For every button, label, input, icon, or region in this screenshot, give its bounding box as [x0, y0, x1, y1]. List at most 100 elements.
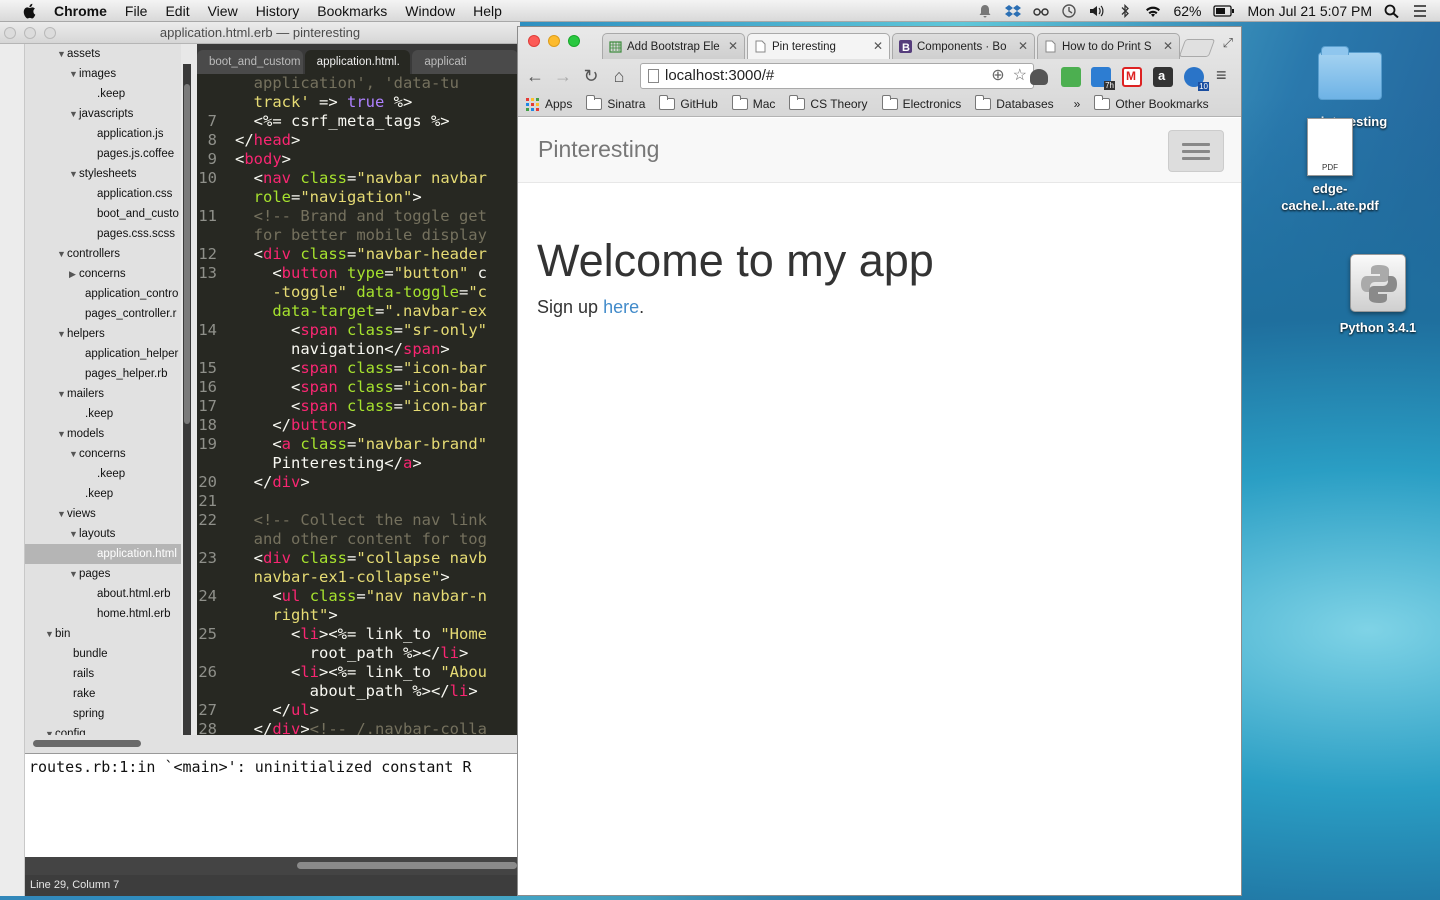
back-button[interactable]: ←	[524, 66, 546, 87]
editor-zoom-button[interactable]	[44, 27, 56, 39]
file-tree-item[interactable]: spring	[25, 704, 181, 724]
code-line[interactable]: 15 < span class = "icon-bar	[197, 359, 520, 378]
menu-window[interactable]: Window	[405, 3, 455, 19]
file-tree-item[interactable]: ▼images	[25, 64, 181, 84]
tab-close-icon[interactable]: ✕	[1018, 39, 1028, 53]
editor-close-button[interactable]	[4, 27, 16, 39]
file-tree-item[interactable]: ▼bin	[25, 624, 181, 644]
bookmark-mac[interactable]: Mac	[731, 95, 775, 111]
file-tree-item[interactable]: ▼controllers	[25, 244, 181, 264]
sidebar-scroll-thumb[interactable]	[184, 84, 190, 424]
code-line[interactable]: Pinteresting</a >	[197, 454, 520, 473]
console-scroll-thumb[interactable]	[297, 862, 517, 869]
file-tree-item[interactable]: application_contro	[25, 284, 181, 304]
print-friendly-extension-icon[interactable]	[1061, 67, 1081, 87]
bookmark-sinatra[interactable]: Sinatra	[586, 95, 645, 111]
gmail-extension-icon[interactable]: M	[1122, 67, 1142, 87]
file-tree-item[interactable]: .keep	[25, 404, 181, 424]
disclosure-closed-icon[interactable]: ▶	[69, 264, 79, 284]
disclosure-open-icon[interactable]: ▼	[69, 64, 79, 84]
code-line[interactable]: 7 <%= csrf_meta_tags %>	[197, 112, 520, 131]
menu-bookmarks[interactable]: Bookmarks	[317, 3, 387, 19]
file-tree-item[interactable]: about.html.erb	[25, 584, 181, 604]
code-line[interactable]: 21	[197, 492, 520, 511]
file-tree-item[interactable]: ▼models	[25, 424, 181, 444]
disclosure-open-icon[interactable]: ▼	[69, 564, 79, 584]
browser-close-button[interactable]	[528, 35, 540, 47]
signup-link[interactable]: here	[603, 297, 639, 317]
code-line[interactable]: 24 < ul class = "nav navbar-n	[197, 587, 520, 606]
bookmarks-overflow-chevron[interactable]: »	[1074, 97, 1081, 111]
code-line[interactable]: -toggle" data-toggle = "c	[197, 283, 520, 302]
disclosure-open-icon[interactable]: ▼	[57, 384, 67, 404]
code-line[interactable]: 22 <!-- Collect the nav link	[197, 511, 520, 530]
notification-bell-icon[interactable]	[977, 4, 993, 18]
file-tree-item[interactable]: rake	[25, 684, 181, 704]
disclosure-open-icon[interactable]: ▼	[57, 44, 67, 64]
file-tree-item[interactable]: pages.css.scss	[25, 224, 181, 244]
browser-minimize-button[interactable]	[548, 35, 560, 47]
file-tree-item[interactable]: application.html	[25, 544, 181, 564]
code-line[interactable]: 25 < li ><%= link_to "Home	[197, 625, 520, 644]
forward-button[interactable]: →	[552, 66, 574, 87]
zoom-icon[interactable]: ⊕	[991, 64, 1004, 88]
bookmark-databases[interactable]: Databases	[975, 95, 1054, 111]
page-info-icon[interactable]	[648, 69, 659, 83]
menu-edit[interactable]: Edit	[165, 3, 189, 19]
file-tree-item[interactable]: ▼helpers	[25, 324, 181, 344]
code-line[interactable]: 13 < button type = "button" c	[197, 264, 520, 283]
sidebar-scrollbar[interactable]	[183, 64, 191, 764]
code-line[interactable]: 10 < nav class = "navbar navbar	[197, 169, 520, 188]
calendar-extension-icon[interactable]: 7h	[1091, 67, 1115, 90]
bookmark-github[interactable]: GitHub	[659, 95, 718, 111]
file-tree-item[interactable]: home.html.erb	[25, 604, 181, 624]
file-tree-item[interactable]: boot_and_custo	[25, 204, 181, 224]
code-line[interactable]: data-target = ".navbar-ex	[197, 302, 520, 321]
disclosure-open-icon[interactable]: ▼	[57, 424, 67, 444]
code-line[interactable]: 8 </head >	[197, 131, 520, 150]
amazon-extension-icon[interactable]: a	[1153, 67, 1173, 87]
file-tree-item[interactable]: rails	[25, 664, 181, 684]
address-bar[interactable]: localhost:3000/# ⊕ ☆	[640, 63, 1034, 89]
code-horizontal-scrollbar[interactable]	[25, 735, 517, 753]
code-line[interactable]: 9 < body >	[197, 150, 520, 169]
file-tree-item[interactable]: pages_helper.rb	[25, 364, 181, 384]
time-machine-icon[interactable]	[1061, 4, 1077, 18]
glasses-icon[interactable]	[1033, 4, 1050, 18]
console-scrollbar[interactable]	[25, 857, 520, 875]
file-tree-item[interactable]: ▼concerns	[25, 444, 181, 464]
file-tree-item[interactable]: .keep	[25, 464, 181, 484]
file-tree-item[interactable]: ▼stylesheets	[25, 164, 181, 184]
menu-file[interactable]: File	[125, 3, 148, 19]
browser-tab-print-stylesheet[interactable]: How to do Print S ✕	[1037, 33, 1180, 59]
bookmark-electronics[interactable]: Electronics	[881, 95, 961, 111]
menu-history[interactable]: History	[256, 3, 300, 19]
file-tree-item[interactable]: ▼layouts	[25, 524, 181, 544]
browser-tab-components[interactable]: B Components · Bo ✕	[892, 33, 1035, 59]
code-line[interactable]: 11 <!-- Brand and toggle get	[197, 207, 520, 226]
code-line[interactable]: 12 < div class = "navbar-header	[197, 245, 520, 264]
file-tree-item[interactable]: .keep	[25, 84, 181, 104]
file-tree-item[interactable]: application.js	[25, 124, 181, 144]
home-button[interactable]: ⌂	[608, 66, 630, 87]
volume-icon[interactable]	[1089, 4, 1105, 18]
menu-app-name[interactable]: Chrome	[54, 3, 107, 19]
file-tree-item[interactable]: ▼pages	[25, 564, 181, 584]
file-tree-item[interactable]: ▼mailers	[25, 384, 181, 404]
file-tree-item[interactable]: pages.js.coffee	[25, 144, 181, 164]
code-line[interactable]: 16 < span class = "icon-bar	[197, 378, 520, 397]
code-line[interactable]: track' => true %>	[197, 93, 520, 112]
clock[interactable]: Mon Jul 21 5:07 PM	[1247, 3, 1372, 19]
code-line[interactable]: role = "navigation" >	[197, 188, 520, 207]
desktop-drive-python[interactable]: Python 3.4.1	[1328, 254, 1428, 335]
code-line[interactable]: about_path %></li >	[197, 682, 520, 701]
code-line[interactable]: 23 < div class = "collapse navb	[197, 549, 520, 568]
pocket-extension-icon[interactable]	[1030, 69, 1048, 85]
navbar-toggle-button[interactable]	[1168, 130, 1224, 172]
file-tree-item[interactable]: application_helper	[25, 344, 181, 364]
code-line[interactable]: root_path %></li >	[197, 644, 520, 663]
editor-titlebar[interactable]: application.html.erb — pinteresting	[0, 22, 520, 44]
file-tree-item[interactable]: ▶ concerns	[25, 264, 181, 284]
file-tree-item[interactable]: ▼javascripts	[25, 104, 181, 124]
code-line[interactable]: for better mobile display	[197, 226, 520, 245]
